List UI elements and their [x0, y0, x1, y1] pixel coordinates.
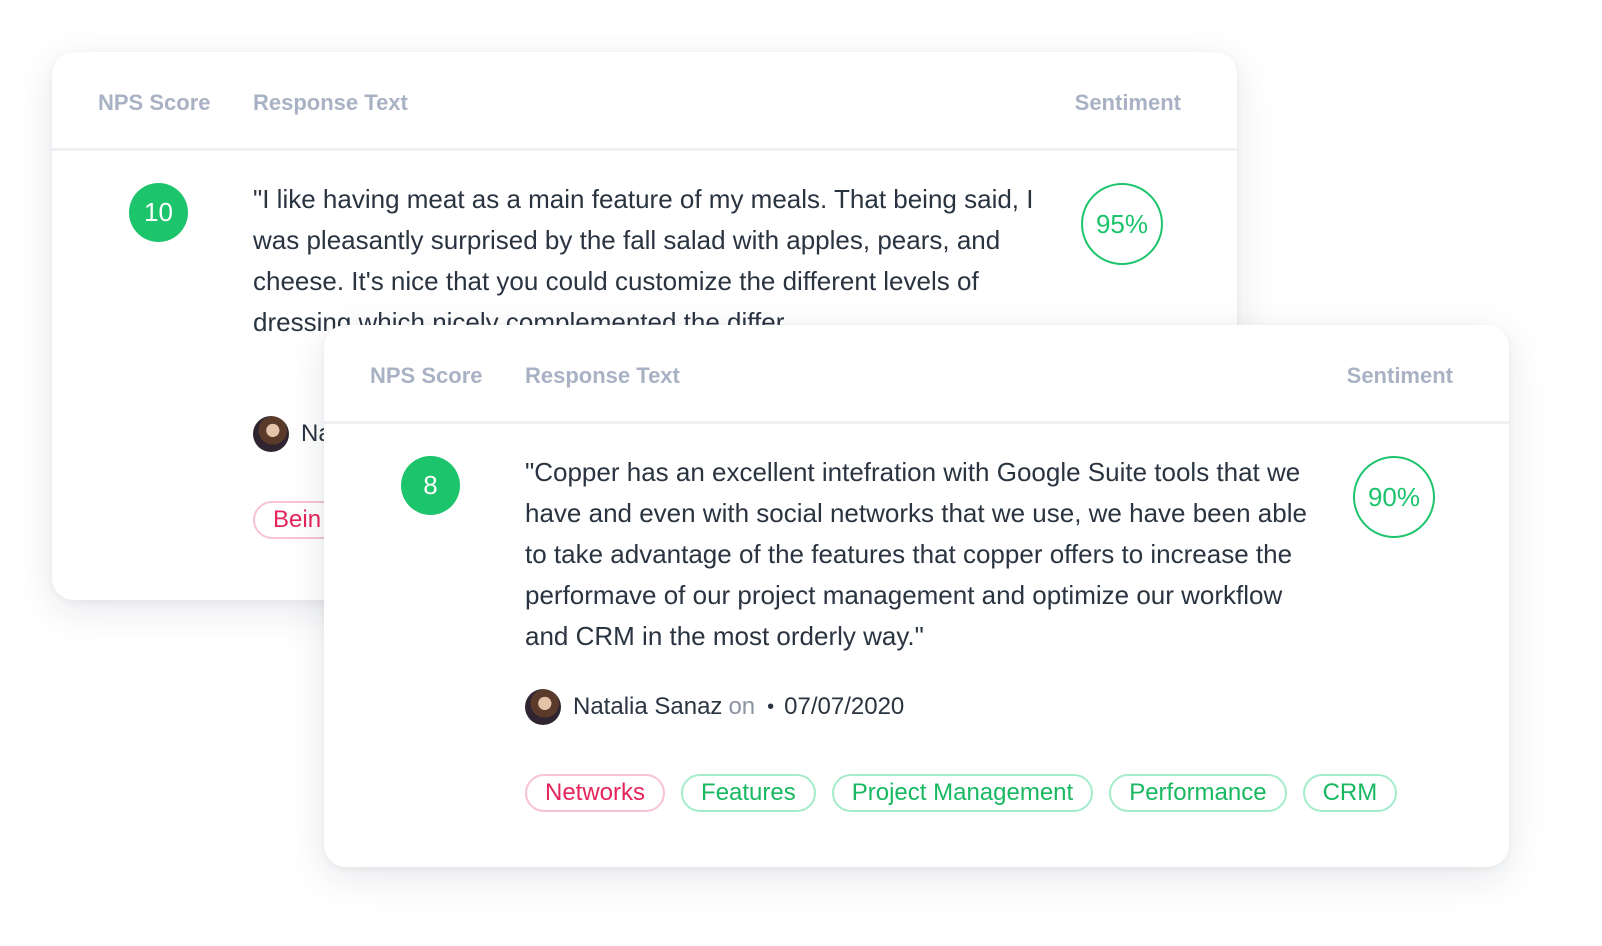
sentiment-score: 95% — [1081, 183, 1163, 265]
card-header: NPS Score Response Text Sentiment — [52, 52, 1237, 151]
response-date: 07/07/2020 — [784, 693, 905, 720]
avatar — [253, 416, 289, 452]
tag-list: Networks Features Project Management Per… — [525, 774, 1398, 812]
response-text: "I like having meat as a main feature of… — [253, 184, 1034, 337]
sentiment-header: Sentiment — [1074, 90, 1181, 115]
nps-score-badge: 8 — [401, 456, 460, 515]
response-text-header: Response Text — [525, 363, 680, 388]
sentiment-header: Sentiment — [1346, 363, 1453, 388]
avatar — [525, 689, 561, 725]
tag-networks[interactable]: Networks — [525, 774, 666, 812]
author-on-label: on — [728, 693, 756, 720]
author-line: Na — [253, 416, 332, 452]
author-name: Natalia Sanaz — [573, 693, 723, 720]
tag-project-management[interactable]: Project Management — [831, 774, 1094, 812]
stage: NPS Score Response Text Sentiment 10 "I … — [0, 0, 1602, 946]
tag-features[interactable]: Features — [681, 774, 816, 812]
nps-response-card-front: NPS Score Response Text Sentiment 8 "Cop… — [324, 325, 1509, 867]
nps-score-header: NPS Score — [98, 90, 211, 115]
author-line: Natalia Sanaz on • 07/07/2020 — [525, 689, 904, 725]
response-text-header: Response Text — [253, 90, 408, 115]
tag-crm[interactable]: CRM — [1302, 774, 1398, 812]
sentiment-score: 90% — [1353, 456, 1435, 538]
response-text: "Copper has an excellent intefration wit… — [525, 457, 1307, 651]
separator-dot: • — [767, 695, 775, 718]
nps-score-badge: 10 — [129, 183, 188, 242]
card-header: NPS Score Response Text Sentiment — [324, 325, 1509, 424]
tag-performance[interactable]: Performance — [1109, 774, 1287, 812]
nps-score-header: NPS Score — [370, 363, 483, 388]
